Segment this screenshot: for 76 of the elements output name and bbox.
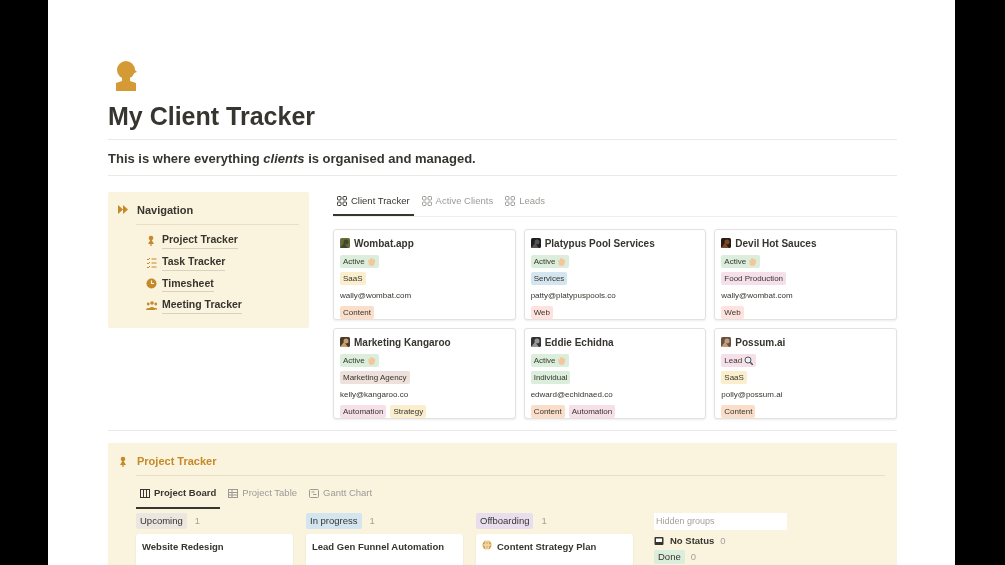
client-name: Devil Hot Sauces <box>735 236 817 251</box>
hand-icon <box>557 355 567 365</box>
navigation-link[interactable]: Meeting Tracker <box>162 297 242 314</box>
category-tag: Marketing Agency <box>340 370 410 384</box>
client-email: edward@echidnaed.co <box>530 388 614 401</box>
group-label: Upcoming <box>136 512 187 529</box>
status-tag: Active <box>340 254 379 268</box>
project-title: Lead Gen Funnel Automation <box>312 539 445 554</box>
table-icon <box>228 488 239 499</box>
service-tag: Content <box>721 404 756 418</box>
view-tab[interactable]: Client Tracker <box>333 189 414 216</box>
category-tag: SaaS <box>340 271 366 285</box>
view-tab[interactable]: Project Board <box>136 482 221 509</box>
service-tag: Strategy <box>390 404 427 418</box>
inbox-icon <box>654 536 664 546</box>
status-tag: Lead <box>721 353 757 367</box>
service-tag: Content <box>530 404 565 418</box>
client-name: Wombat.app <box>354 236 414 251</box>
service-tag: Automation <box>340 404 387 418</box>
client-name: Marketing Kangaroo <box>354 335 451 350</box>
service-tag: Web <box>721 305 744 319</box>
group-count: 1 <box>369 513 375 528</box>
service-tag: Content <box>340 305 374 319</box>
hidden-groups-label: Hidden groups <box>654 512 787 530</box>
navigation-title: Navigation <box>137 202 194 218</box>
page-title: My Client Tracker <box>108 101 317 131</box>
clock-icon <box>146 278 157 290</box>
globe-icon <box>482 539 492 550</box>
group-label: In progress <box>306 512 362 529</box>
pin-icon <box>146 234 157 246</box>
group-label: Offboarding <box>476 512 534 529</box>
category-tag: SaaS <box>721 370 747 384</box>
client-email: patty@platypuspools.co <box>530 289 617 302</box>
board-icon <box>140 488 150 499</box>
category-tag: Individual <box>530 370 571 384</box>
project-title: Content Strategy Plan <box>497 539 597 554</box>
hand-icon <box>366 355 376 365</box>
client-email: wally@wombat.com <box>721 289 794 302</box>
category-tag: Services <box>530 271 568 285</box>
search-icon <box>744 355 754 365</box>
group-count: 0 <box>720 535 726 547</box>
checklist-icon <box>146 256 157 268</box>
status-tag: Active <box>721 254 761 268</box>
hand-icon <box>748 256 758 266</box>
status-tag: Active <box>340 353 379 367</box>
hand-icon <box>366 256 376 266</box>
navigation-link[interactable]: Task Tracker <box>162 253 226 271</box>
group-count: 1 <box>194 513 201 528</box>
client-name: Possum.ai <box>735 335 786 350</box>
service-tag: Web <box>530 305 553 319</box>
section-title: Project Tracker <box>137 453 217 469</box>
navigation-link[interactable]: Project Tracker <box>162 232 238 249</box>
client-name: Eddie Echidna <box>544 335 614 350</box>
grid-icon <box>421 195 432 206</box>
grid-icon <box>337 195 347 206</box>
pin-icon <box>118 455 129 467</box>
project-title: Website Redesign <box>142 539 224 554</box>
chart-icon <box>309 488 320 499</box>
group-label: No Status <box>670 535 715 547</box>
service-tag: Automation <box>568 404 616 418</box>
hand-icon <box>557 256 567 266</box>
group-count: 0 <box>690 551 696 563</box>
client-email: wally@wombat.com <box>340 289 413 302</box>
status-tag: Active <box>530 254 570 268</box>
description-text: This is where everything clients is organised and managed. <box>108 150 477 168</box>
status-tag: Active <box>530 353 570 367</box>
people-icon <box>146 300 157 312</box>
fast-forward-icon <box>118 205 129 215</box>
category-tag: Food Production <box>721 271 787 285</box>
grid-icon <box>505 195 516 206</box>
group-label: Done <box>654 550 685 564</box>
client-name: Platypus Pool Services <box>544 236 655 251</box>
navigation-link[interactable]: Timesheet <box>162 275 214 293</box>
client-email: kelly@kangaroo.co <box>340 388 410 401</box>
client-email: polly@possum.ai <box>721 388 784 401</box>
group-count: 1 <box>541 513 547 528</box>
